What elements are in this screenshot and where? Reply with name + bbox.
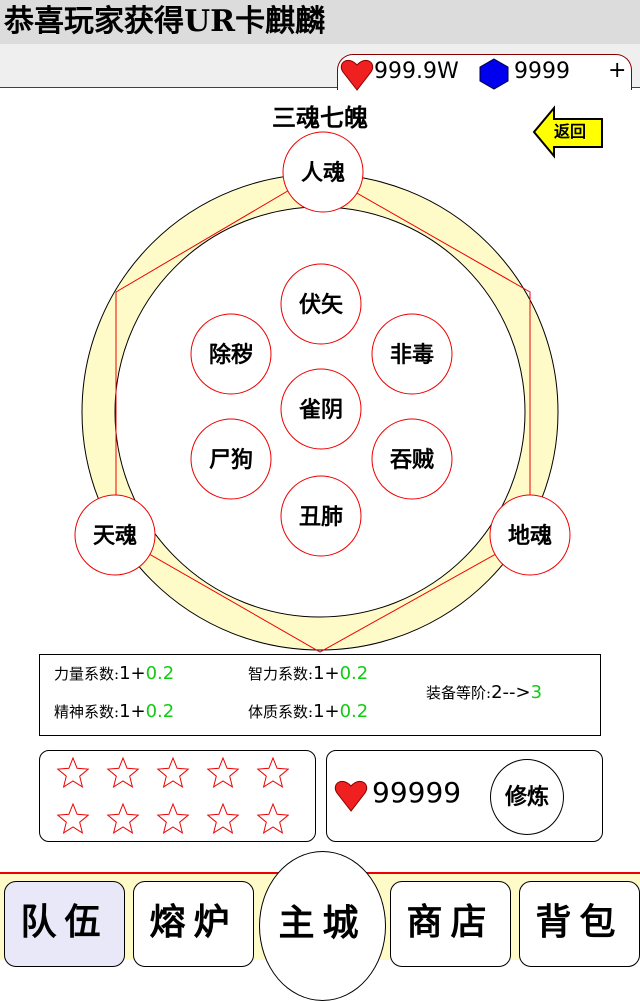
- stats-panel: 力量系数:1+0.2 智力系数:1+0.2 精神系数:1+0.2 体质系数:1+…: [39, 654, 601, 736]
- star-rating: [39, 750, 316, 842]
- star-icon: [56, 802, 90, 834]
- svg-text:除秽: 除秽: [209, 342, 253, 368]
- add-currency-button[interactable]: +: [608, 58, 626, 83]
- star-icon: [106, 756, 140, 788]
- star-icon: [256, 802, 290, 834]
- soul-diagram: 人魂 天魂 地魂 伏矢 除秽 非毒 雀阴 尸狗 吞贼 丑肺: [74, 131, 571, 653]
- train-cost: 99999: [372, 776, 462, 809]
- star-icon: [156, 756, 190, 788]
- nav-team[interactable]: 队伍: [4, 881, 125, 967]
- svg-text:丑肺: 丑肺: [299, 504, 343, 530]
- heart-icon: [334, 780, 368, 812]
- po-queyin[interactable]: 雀阴: [280, 368, 362, 450]
- star-icon: [206, 756, 240, 788]
- train-panel: 99999 修炼: [326, 750, 603, 842]
- announcement-banner: 恭喜玩家获得UR卡麒麟: [0, 0, 640, 44]
- svg-text:天魂: 天魂: [93, 523, 137, 549]
- gem-icon: [479, 58, 509, 90]
- nav-bag[interactable]: 背包: [519, 881, 640, 967]
- nav-shop[interactable]: 商店: [390, 881, 511, 967]
- po-feidu[interactable]: 非毒: [371, 313, 453, 395]
- po-fushi[interactable]: 伏矢: [280, 263, 362, 345]
- hun-right[interactable]: 地魂: [489, 494, 571, 576]
- stat-spirit: 精神系数:1+0.2: [54, 701, 175, 722]
- star-icon: [106, 802, 140, 834]
- hun-top[interactable]: 人魂: [282, 131, 364, 213]
- gems-value: 9999: [514, 59, 570, 84]
- po-shigou[interactable]: 尸狗: [190, 418, 272, 500]
- po-tunzei[interactable]: 吞贼: [371, 418, 453, 500]
- stat-intellect: 智力系数:1+0.2: [248, 663, 369, 684]
- svg-text:尸狗: 尸狗: [209, 447, 253, 473]
- svg-text:地魂: 地魂: [508, 523, 552, 549]
- stat-strength: 力量系数:1+0.2: [54, 663, 175, 684]
- heart-icon: [340, 59, 374, 91]
- po-choufei[interactable]: 丑肺: [280, 475, 362, 557]
- svg-text:伏矢: 伏矢: [299, 292, 344, 318]
- currency-panel: 999.9W 9999 +: [337, 54, 632, 91]
- po-chuhui[interactable]: 除秽: [190, 313, 272, 395]
- stat-constitution: 体质系数:1+0.2: [248, 701, 369, 722]
- nav-furnace[interactable]: 熔炉: [133, 881, 254, 967]
- star-icon: [206, 802, 240, 834]
- nav-city[interactable]: 主城: [259, 851, 386, 1001]
- hearts-value: 999.9W: [374, 59, 459, 84]
- svg-text:人魂: 人魂: [301, 160, 345, 186]
- svg-text:吞贼: 吞贼: [390, 447, 434, 473]
- star-icon: [156, 802, 190, 834]
- star-icon: [256, 756, 290, 788]
- svg-text:非毒: 非毒: [390, 342, 434, 368]
- hun-left[interactable]: 天魂: [74, 494, 156, 576]
- svg-text:雀阴: 雀阴: [298, 397, 343, 423]
- star-icon: [56, 756, 90, 788]
- train-button[interactable]: 修炼: [490, 759, 564, 835]
- stat-equip-tier: 装备等阶:2-->3: [426, 682, 543, 703]
